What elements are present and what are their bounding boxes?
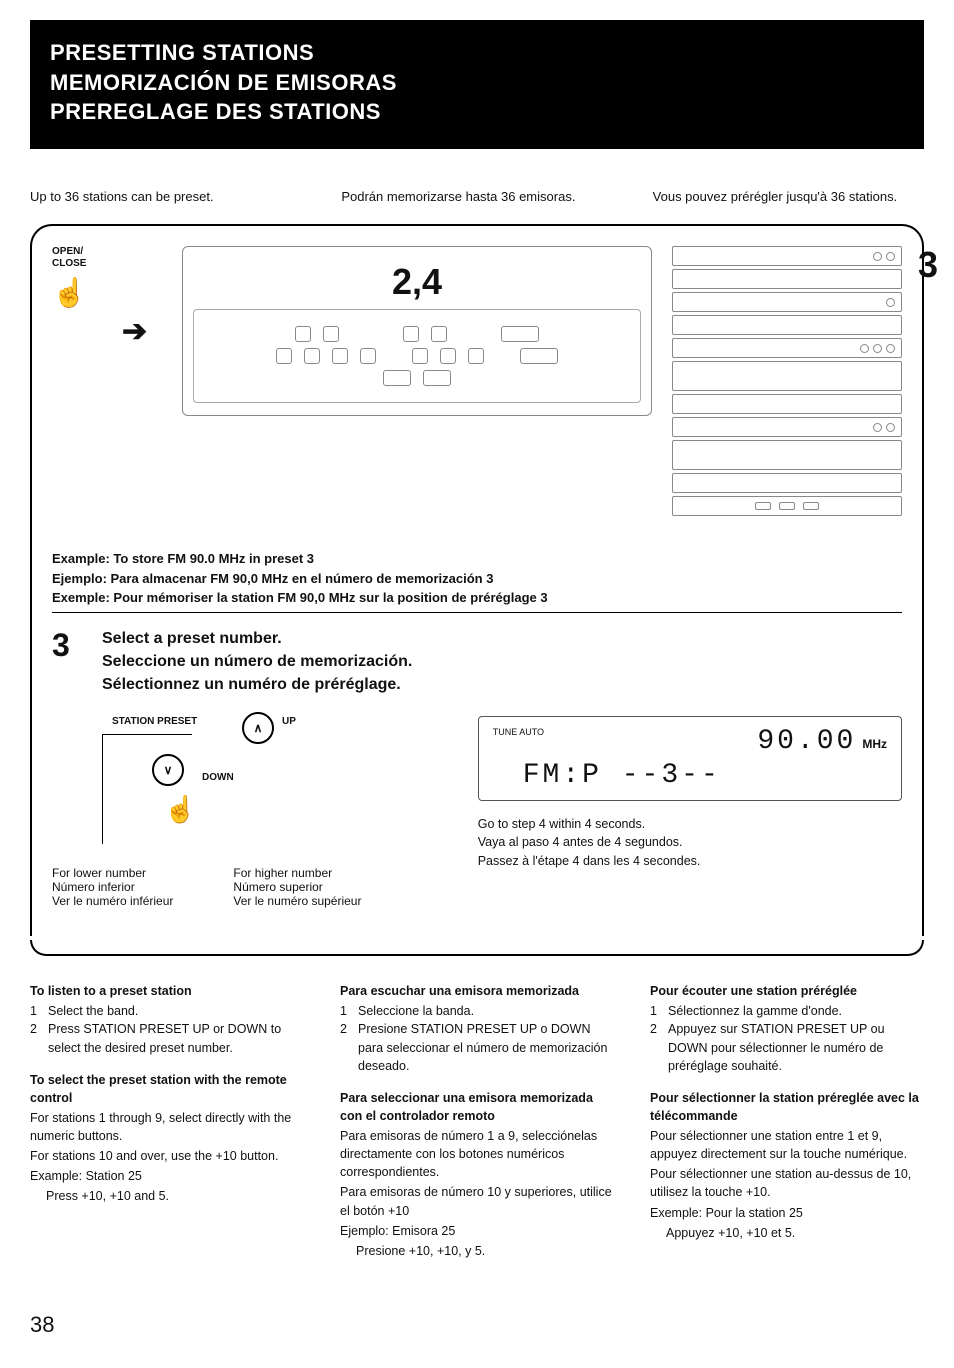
lcd-note-en: Go to step 4 within 4 seconds. [478, 815, 902, 833]
col-en: To listen to a preset station 1Select th… [30, 982, 304, 1262]
step-3-en: Select a preset number. [102, 627, 412, 650]
es-p3: Ejemplo: Emisora 25 [340, 1222, 614, 1240]
label-up: UP [282, 716, 296, 727]
device-front-panel: 2,4 [182, 246, 652, 416]
device-stack: 3 [672, 246, 902, 519]
preset-down-icon: ∨ [152, 754, 184, 786]
step-3-number: 3 [52, 627, 84, 664]
step-24-callout: 2,4 [193, 261, 641, 303]
title-es: MEMORIZACIÓN DE EMISORAS [50, 68, 904, 98]
fr-p2: Pour sélectionner une station au-dessus … [650, 1165, 924, 1201]
lower-es: Número inferior [52, 880, 173, 894]
en-p4: Press +10, +10 and 5. [30, 1187, 304, 1205]
en-p2: For stations 10 and over, use the +10 bu… [30, 1147, 304, 1165]
fr-l2: Appuyez sur STATION PRESET UP ou DOWN po… [668, 1020, 924, 1074]
lcd-line2: FM:P --3-- [523, 759, 721, 793]
es-p4: Presione +10, +10, y 5. [340, 1242, 614, 1260]
step-3-es: Seleccione un número de memorización. [102, 650, 412, 673]
title-en: PRESETTING STATIONS [50, 38, 904, 68]
fr-h1: Pour écouter une station préréglée [650, 982, 924, 1000]
lcd-unit: MHz [862, 737, 887, 751]
es-h1: Para escuchar una emisora memorizada [340, 982, 614, 1000]
fr-p3: Exemple: Pour la station 25 [650, 1204, 924, 1222]
page-number: 38 [30, 1312, 924, 1338]
example-block: Example: To store FM 90.0 MHz in preset … [52, 549, 902, 608]
higher-en: For higher number [233, 866, 361, 880]
diagram-box: OPEN/ CLOSE ☝ ➔ 2,4 [30, 224, 924, 936]
en-h2: To select the preset station with the re… [30, 1071, 304, 1107]
lcd-freq: 90.00 [757, 725, 856, 759]
en-p1: For stations 1 through 9, select directl… [30, 1109, 304, 1145]
lcd-note-fr: Passez à l'étape 4 dans les 4 secondes. [478, 852, 902, 870]
title-fr: PREREGLAGE DES STATIONS [50, 97, 904, 127]
lower-en: For lower number [52, 866, 173, 880]
label-station-preset: STATION PRESET [112, 716, 197, 727]
hand-icon: ☝ [164, 794, 196, 825]
en-l2: Press STATION PRESET UP or DOWN to selec… [48, 1020, 304, 1056]
bottom-columns: To listen to a preset station 1Select th… [30, 982, 924, 1262]
lcd-display: TUNE AUTO 90.00 MHz FM:P --3-- [478, 716, 902, 801]
open-close-label: OPEN/ CLOSE [52, 246, 122, 270]
col-es: Para escuchar una emisora memorizada 1Se… [340, 982, 614, 1262]
es-l1: Seleccione la banda. [358, 1002, 614, 1020]
label-down: DOWN [202, 772, 234, 783]
lcd-note-es: Vaya al paso 4 antes de 4 segundos. [478, 833, 902, 851]
manual-page: PRESETTING STATIONS MEMORIZACIÓN DE EMIS… [0, 0, 954, 1368]
step-3-fr: Sélectionnez un numéro de préréglage. [102, 673, 412, 696]
example-en: Example: To store FM 90.0 MHz in preset … [52, 549, 902, 569]
intro-es: Podrán memorizarse hasta 36 emisoras. [341, 189, 612, 204]
col-fr: Pour écouter une station préréglée 1Séle… [650, 982, 924, 1262]
intro-fr: Vous pouvez prérégler jusqu'à 36 station… [653, 189, 924, 204]
step-3-row: 3 Select a preset number. Seleccione un … [52, 627, 902, 697]
divider [52, 612, 902, 613]
fr-p1: Pour sélectionner une station entre 1 et… [650, 1127, 924, 1163]
higher-fr: Ver le numéro supérieur [233, 894, 361, 908]
preset-up-icon: ∧ [242, 712, 274, 744]
es-p2: Para emisoras de número 10 y superiores,… [340, 1183, 614, 1219]
lcd-tune-auto: TUNE AUTO [493, 727, 544, 738]
en-h1: To listen to a preset station [30, 982, 304, 1000]
higher-es: Número superior [233, 880, 361, 894]
example-fr: Exemple: Pour mémoriser la station FM 90… [52, 588, 902, 608]
intro-row: Up to 36 stations can be preset. Podrán … [30, 189, 924, 204]
lower-fr: Ver le numéro inférieur [52, 894, 173, 908]
step-3-callout: 3 [918, 244, 938, 286]
es-p1: Para emisoras de número 1 a 9, selección… [340, 1127, 614, 1181]
section-header: PRESETTING STATIONS MEMORIZACIÓN DE EMIS… [30, 20, 924, 149]
intro-en: Up to 36 stations can be preset. [30, 189, 301, 204]
fr-p4: Appuyez +10, +10 et 5. [650, 1224, 924, 1242]
fr-l1: Sélectionnez la gamme d'onde. [668, 1002, 924, 1020]
fr-h2: Pour sélectionner la station préreglée a… [650, 1089, 924, 1125]
step-3-detail: STATION PRESET UP DOWN ∧ ∨ ☝ For lower n… [52, 716, 902, 908]
example-es: Ejemplo: Para almacenar FM 90,0 MHz en e… [52, 569, 902, 589]
diagram-bottom-border [30, 940, 924, 956]
en-l1: Select the band. [48, 1002, 304, 1020]
en-p3: Example: Station 25 [30, 1167, 304, 1185]
preset-diagram: STATION PRESET UP DOWN ∧ ∨ ☝ [52, 716, 438, 866]
es-l2: Presione STATION PRESET UP o DOWN para s… [358, 1020, 614, 1074]
es-h2: Para seleccionar una emisora memorizada … [340, 1089, 614, 1125]
